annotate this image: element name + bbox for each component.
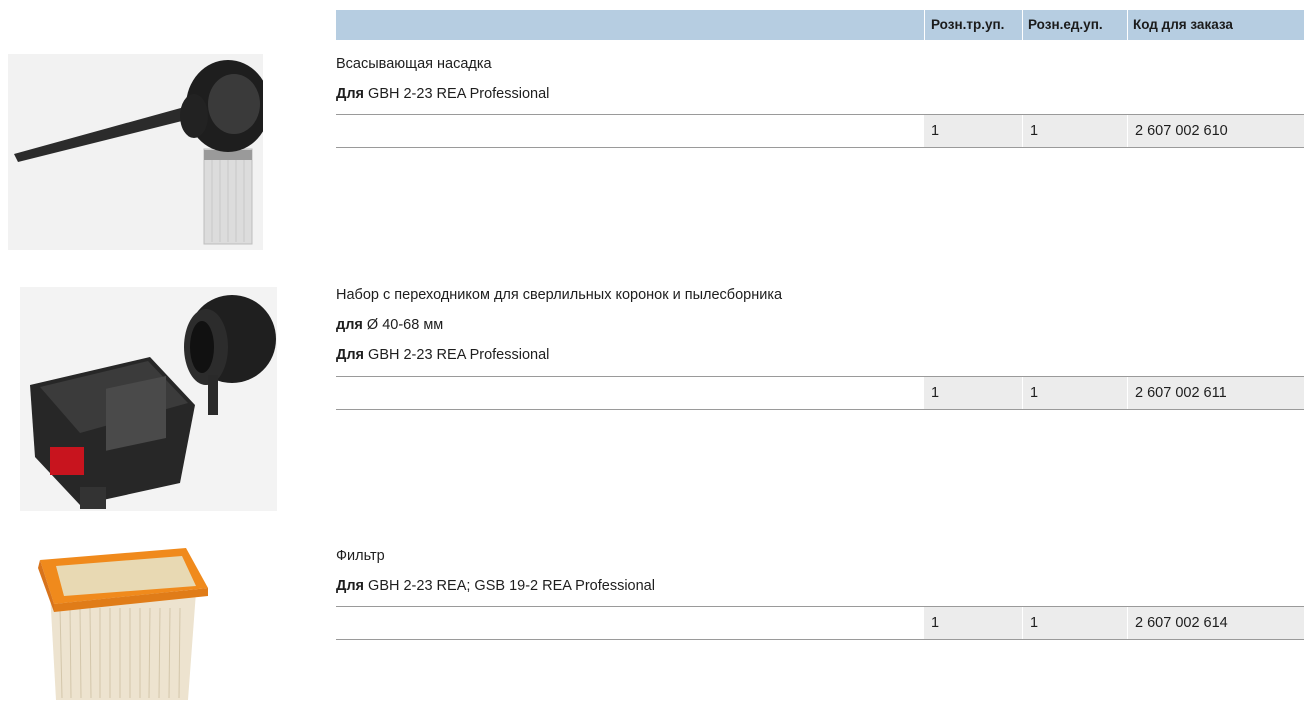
order-code-value: 2 607 002 610 [1128, 115, 1304, 147]
order-code-value: 2 607 002 611 [1128, 377, 1304, 409]
header-retail-pack: Розн.тр.уп. [931, 17, 1005, 32]
retail-pack-value: 1 [924, 377, 1022, 409]
spec-line: Для GBH 2-23 REA Professional [336, 347, 550, 363]
suction-nozzle-image [8, 54, 263, 250]
retail-unit-value: 1 [1023, 115, 1127, 147]
spec-line: для Ø 40-68 мм [336, 317, 444, 333]
spec-line: Для GBH 2-23 REA Professional [336, 86, 550, 102]
table-row: 1 1 2 607 002 614 [336, 606, 1304, 640]
product-name: Всасывающая насадка [336, 56, 492, 72]
retail-pack-value: 1 [924, 607, 1022, 639]
retail-unit-value: 1 [1023, 377, 1127, 409]
retail-pack-value: 1 [924, 115, 1022, 147]
order-code-value: 2 607 002 614 [1128, 607, 1304, 639]
product-name: Набор с переходником для сверлильных кор… [336, 287, 783, 303]
header-order-code: Код для заказа [1133, 17, 1233, 32]
spec-line: Для GBH 2-23 REA; GSB 19-2 REA Professio… [336, 578, 655, 594]
table-row: 1 1 2 607 002 611 [336, 376, 1304, 410]
product-name: Фильтр [336, 548, 385, 564]
table-row: 1 1 2 607 002 610 [336, 114, 1304, 148]
retail-unit-value: 1 [1023, 607, 1127, 639]
table-header: Розн.тр.уп. Розн.ед.уп. Код для заказа [336, 10, 1304, 40]
adapter-set-image [20, 287, 277, 511]
filter-image [36, 548, 209, 708]
header-retail-unit: Розн.ед.уп. [1028, 17, 1103, 32]
